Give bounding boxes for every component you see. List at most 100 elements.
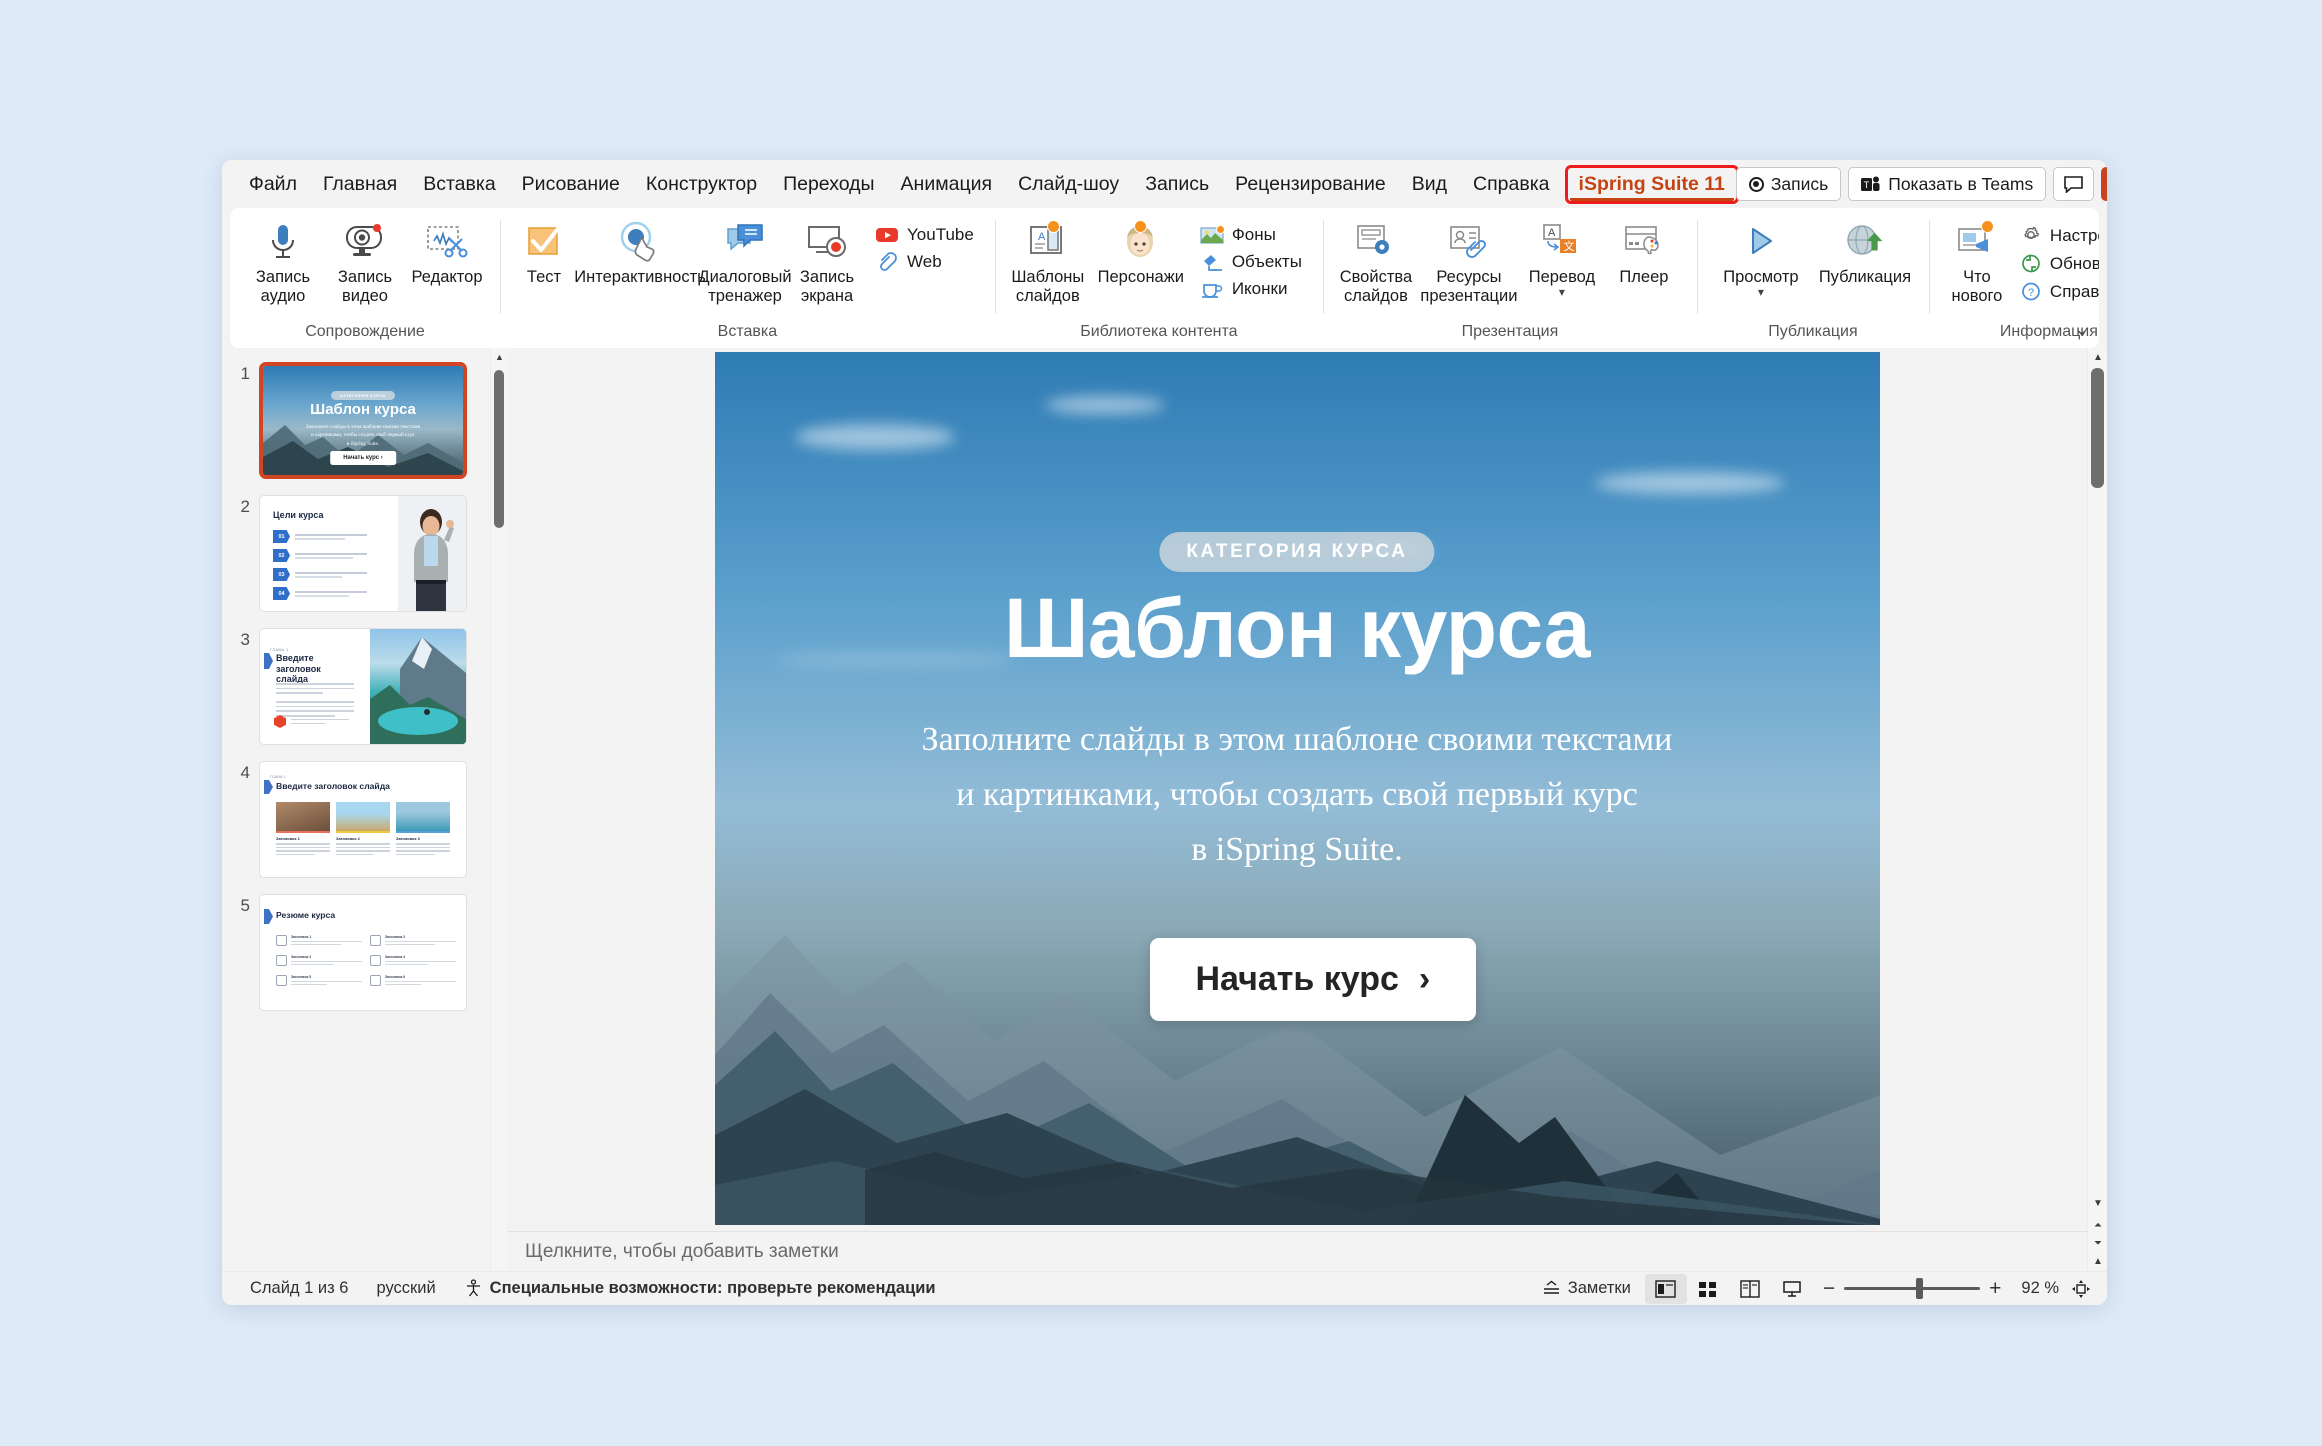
slide-thumbnail-row-4[interactable]: 4 ГЛАВА 1 Введите заголовок слайда Загол… [222,753,490,886]
slide-thumbnail-row-5[interactable]: 5 Резюме курса Заголовок 1 Заголовок 2 З… [222,886,490,1019]
settings-button[interactable]: Настройки [2015,223,2099,248]
slide-thumbnail-5[interactable]: Резюме курса Заголовок 1 Заголовок 2 Заг… [259,894,467,1011]
updates-button[interactable]: Обновления [2015,251,2099,276]
resources-button[interactable]: Ресурсы презентации [1417,214,1521,307]
slide-thumbnail-row-3[interactable]: 3 ГЛАВА 1 Введите заголовок слайда [222,620,490,753]
tab-design[interactable]: Конструктор [633,168,770,201]
zoom-level[interactable]: 92 % [2011,1279,2069,1298]
slide-properties-label: Свойства слайдов [1339,268,1413,306]
titlebar-actions: Запись T Показать в Teams ▾ [1735,167,2107,201]
backgrounds-icon [1200,224,1225,245]
zoom-track[interactable] [1844,1278,1981,1299]
notes-toggle[interactable]: Заметки [1528,1279,1645,1298]
tab-home[interactable]: Главная [310,168,410,201]
tab-help[interactable]: Справка [1460,168,1563,201]
comments-button[interactable] [2053,167,2095,201]
slide-thumbnail-4[interactable]: ГЛАВА 1 Введите заголовок слайда Заголов… [259,761,467,878]
slide-templates-button[interactable]: A Шаблоны слайдов [1007,214,1089,307]
current-slide[interactable]: КАТЕГОРИЯ КУРСА Шаблон курса Заполните с… [714,352,1880,1225]
thumb-cta: Начать курс › [330,451,396,465]
screen-record-button[interactable]: Запись экрана [786,214,868,307]
slide-thumbnails-panel: 1 КАТЕГОРИЯ КУРСА Шаблон курса Заполните… [222,348,507,1271]
zoom-out-button[interactable]: − [1823,1278,1835,1299]
scrollbar-thumb[interactable] [2091,368,2104,488]
icons-button[interactable]: Иконки [1195,277,1307,301]
interaction-button[interactable]: Интерактивность [574,214,706,287]
record-button[interactable]: Запись [1735,167,1842,201]
quiz-button[interactable]: Тест [512,214,576,287]
slide-thumbnail-2[interactable]: Цели курса 01 02 03 04 [259,495,467,612]
tab-transitions[interactable]: Переходы [770,168,887,201]
characters-button[interactable]: Персонажи [1089,214,1193,287]
view-sorter[interactable] [1687,1274,1729,1304]
notes-pane[interactable]: Щелкните, чтобы добавить заметки [507,1231,2087,1271]
start-course-button[interactable]: Начать курс › [1149,938,1477,1021]
slide-scrollbar[interactable]: ▲ ▼ ⏶ ⏷ ▲ [2087,348,2107,1271]
youtube-icon [875,226,899,244]
slide-counter[interactable]: Слайд 1 из 6 [236,1279,362,1298]
tab-view[interactable]: Вид [1399,168,1460,201]
scroll-down-icon-2[interactable]: ▲ [2088,1252,2107,1271]
scroll-up-icon[interactable]: ▲ [2088,348,2107,367]
backgrounds-button[interactable]: Фоны [1195,223,1307,247]
thumbnails-scrollbar[interactable]: ▲ [490,348,507,1271]
tab-draw[interactable]: Рисование [509,168,633,201]
translate-icon: A文 [1540,219,1584,265]
share-button[interactable]: ▾ [2101,167,2107,201]
slide-subtitle[interactable]: Заполните слайды в этом шаблоне своими т… [847,712,1747,877]
characters-icon [1119,219,1163,265]
slide-thumbnail-row-1[interactable]: 1 КАТЕГОРИЯ КУРСА Шаблон курса Заполните… [222,354,490,487]
player-button[interactable]: Плеер [1603,214,1685,287]
scroll-up-icon[interactable]: ▲ [491,348,508,366]
slide-thumbnail-1[interactable]: КАТЕГОРИЯ КУРСА Шаблон курса Заполните с… [259,362,467,479]
accessibility-status[interactable]: Специальные возможности: проверьте реком… [450,1279,950,1298]
publish-button[interactable]: Публикация [1813,214,1917,287]
view-normal[interactable] [1644,1273,1687,1304]
zoom-in-button[interactable]: + [1989,1278,2001,1299]
editor-button[interactable]: Редактор [406,214,488,287]
record-video-button[interactable]: Запись видео [324,214,406,307]
objects-button[interactable]: Объекты [1195,250,1307,274]
view-reading[interactable] [1729,1274,1771,1304]
scroll-down-icon[interactable]: ▼ [2088,1194,2107,1213]
tab-ispring-suite[interactable]: iSpring Suite 11 [1569,169,1734,201]
youtube-button[interactable]: YouTube [870,223,979,247]
slide-thumbnail-3[interactable]: ГЛАВА 1 Введите заголовок слайда [259,628,467,745]
slide-title[interactable]: Шаблон курса [715,580,1880,677]
help-button[interactable]: ? Справка ▾ [2015,279,2099,304]
slide-thumbnail-row-2[interactable]: 2 Цели курса 01 02 03 04 [222,487,490,620]
fit-to-window-button[interactable] [2069,1279,2099,1299]
dialog-sim-button[interactable]: Диалоговый тренажер [698,214,792,307]
ribbon-group-insert: Тест Интерактивность Диалоговый тренажер [500,208,995,348]
zoom-slider[interactable]: − + [1813,1278,2012,1299]
chevron-down-icon[interactable]: ▾ [1758,286,1764,298]
whats-new-button[interactable]: Что нового [1941,214,2013,307]
show-in-teams-button[interactable]: T Показать в Teams [1848,167,2047,201]
slide-thumbnails-list[interactable]: 1 КАТЕГОРИЯ КУРСА Шаблон курса Заполните… [222,348,490,1271]
accessibility-icon [464,1279,483,1298]
view-slideshow[interactable] [1771,1274,1813,1304]
record-button-label: Запись [1770,173,1829,194]
preview-button[interactable]: Просмотр ▾ [1709,214,1813,298]
slide-subtitle-line-2: и картинками, чтобы создать свой первый … [956,776,1638,814]
chevron-down-icon[interactable]: ▾ [1559,286,1565,298]
slide-properties-button[interactable]: Свойства слайдов [1335,214,1417,307]
scrollbar-thumb[interactable] [494,370,504,528]
next-slide-icon[interactable]: ⏷ [2088,1234,2107,1253]
tab-record[interactable]: Запись [1132,168,1222,201]
tab-animation[interactable]: Анимация [888,168,1006,201]
slide-editor-area: КАТЕГОРИЯ КУРСА Шаблон курса Заполните с… [507,348,2087,1271]
tab-file[interactable]: Файл [236,168,310,201]
previous-slide-icon[interactable]: ⏶ [2088,1216,2107,1235]
tab-slideshow[interactable]: Слайд-шоу [1005,168,1132,201]
zoom-knob[interactable] [1916,1278,1924,1299]
ribbon-collapse-icon[interactable]: ⌄ [2075,320,2089,340]
language-indicator[interactable]: русский [362,1279,449,1298]
web-button[interactable]: Web [870,250,979,274]
tab-review[interactable]: Рецензирование [1222,168,1399,201]
translate-button[interactable]: A文 Перевод ▾ [1521,214,1603,298]
record-audio-button[interactable]: Запись аудио [242,214,324,307]
slide-category-badge: КАТЕГОРИЯ КУРСА [1159,532,1435,572]
tab-insert[interactable]: Вставка [410,168,508,201]
thumb5-item: Заголовок 3 [276,955,362,966]
